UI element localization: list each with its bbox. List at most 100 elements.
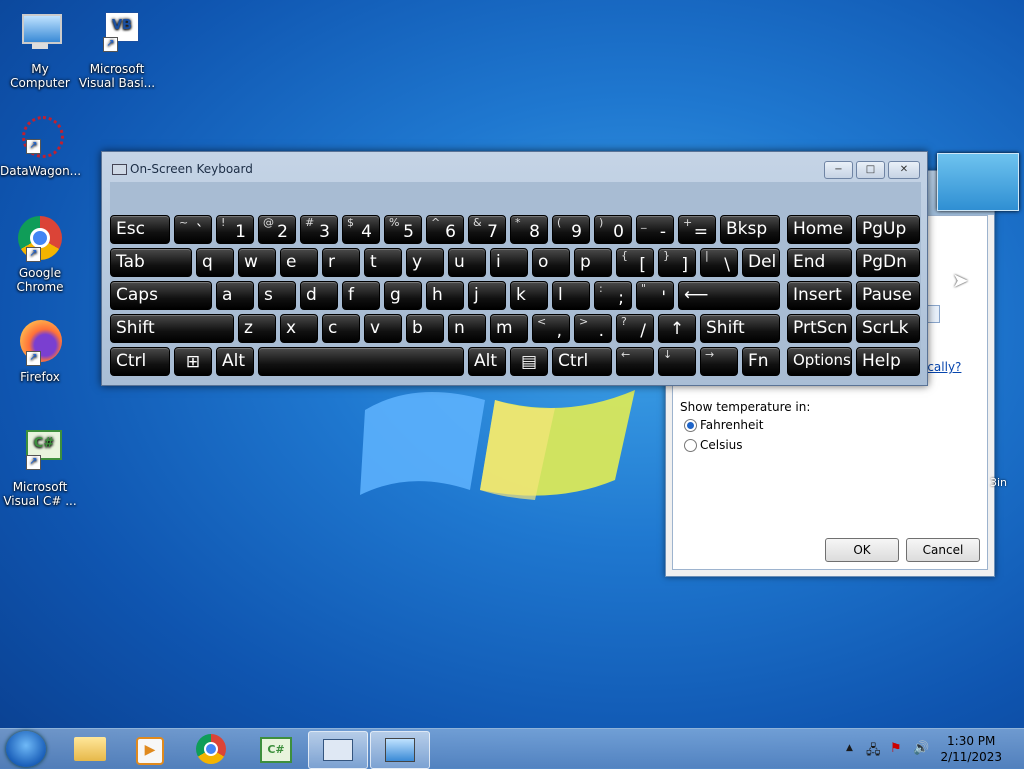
key-options[interactable]: Options bbox=[787, 347, 852, 376]
key-space[interactable] bbox=[258, 347, 464, 376]
key-i[interactable]: i bbox=[490, 248, 528, 277]
clock[interactable]: 1:30 PM 2/11/2023 bbox=[940, 733, 1002, 765]
key-e[interactable]: e bbox=[280, 248, 318, 277]
taskbar-media-player[interactable]: ▶ bbox=[120, 731, 178, 767]
key-esc[interactable]: Esc bbox=[110, 215, 170, 244]
key-fn[interactable]: Fn bbox=[742, 347, 780, 376]
key-p[interactable]: p bbox=[574, 248, 612, 277]
key-o[interactable]: o bbox=[532, 248, 570, 277]
dialog-search-button[interactable] bbox=[926, 305, 940, 323]
key-c[interactable]: c bbox=[322, 314, 360, 343]
celsius-radio[interactable] bbox=[684, 439, 697, 452]
key-scrlk[interactable]: ScrLk bbox=[856, 314, 920, 343]
key-9[interactable]: (9 bbox=[552, 215, 590, 244]
key-z[interactable]: z bbox=[238, 314, 276, 343]
key-w[interactable]: w bbox=[238, 248, 276, 277]
key-menu[interactable]: ▤ bbox=[510, 347, 548, 376]
key-period[interactable]: >. bbox=[574, 314, 612, 343]
key-t[interactable]: t bbox=[364, 248, 402, 277]
key-right-bracket[interactable]: }] bbox=[658, 248, 696, 277]
key-end[interactable]: End bbox=[787, 248, 852, 277]
key-tab[interactable]: Tab bbox=[110, 248, 192, 277]
key-left-arrow[interactable]: ← bbox=[616, 347, 654, 376]
key-m[interactable]: m bbox=[490, 314, 528, 343]
show-hidden-icons-button[interactable]: ▲ bbox=[846, 743, 853, 753]
key-insert[interactable]: Insert bbox=[787, 281, 852, 310]
key-n[interactable]: n bbox=[448, 314, 486, 343]
key-v[interactable]: v bbox=[364, 314, 402, 343]
key-7[interactable]: & 7 bbox=[468, 215, 506, 244]
key-y[interactable]: y bbox=[406, 248, 444, 277]
maximize-button[interactable]: □ bbox=[856, 161, 885, 179]
key-pause[interactable]: Pause bbox=[856, 281, 920, 310]
desktop-icon-my-computer[interactable]: My Computer bbox=[0, 10, 80, 90]
key-5[interactable]: % 5 bbox=[384, 215, 422, 244]
key-d[interactable]: d bbox=[300, 281, 338, 310]
action-center-flag-icon[interactable]: ⚑ bbox=[890, 741, 902, 756]
desktop-icon-visual-basic[interactable]: VB ↗ Microsoft Visual Basi... bbox=[77, 10, 157, 90]
key-home[interactable]: Home bbox=[787, 215, 852, 244]
key-h[interactable]: h bbox=[426, 281, 464, 310]
key-shift-right[interactable]: Shift bbox=[700, 314, 780, 343]
taskbar-on-screen-keyboard[interactable] bbox=[308, 731, 368, 769]
key-tilde[interactable]: ~ ` bbox=[174, 215, 212, 244]
desktop-icon-google-chrome[interactable]: ↗ Google Chrome bbox=[0, 214, 80, 294]
key-0[interactable]: ) 0 bbox=[594, 215, 632, 244]
key-x[interactable]: x bbox=[280, 314, 318, 343]
key-pgup[interactable]: PgUp bbox=[856, 215, 920, 244]
key-2[interactable]: @2 bbox=[258, 215, 296, 244]
key-windows[interactable]: ⊞ bbox=[174, 347, 212, 376]
key-backslash[interactable]: | \ bbox=[700, 248, 738, 277]
desktop-icon-firefox[interactable]: ↗ Firefox bbox=[0, 318, 80, 384]
key-alt-right[interactable]: Alt bbox=[468, 347, 506, 376]
key-up-arrow[interactable]: ↑ bbox=[658, 314, 696, 343]
key-comma[interactable]: <, bbox=[532, 314, 570, 343]
ok-button[interactable]: OK bbox=[825, 538, 899, 562]
taskbar-visual-csharp[interactable]: C# bbox=[246, 731, 304, 767]
key-l[interactable]: l bbox=[552, 281, 590, 310]
minimize-button[interactable]: − bbox=[824, 161, 853, 179]
network-icon[interactable]: 🖧 bbox=[866, 741, 881, 763]
desktop-icon-visual-csharp[interactable]: C# ↗ Microsoft Visual C# ... bbox=[0, 428, 80, 508]
key-right-arrow[interactable]: → bbox=[700, 347, 738, 376]
key-pgdn[interactable]: PgDn bbox=[856, 248, 920, 277]
key-f[interactable]: f bbox=[342, 281, 380, 310]
key-backspace[interactable]: Bksp bbox=[720, 215, 780, 244]
key-u[interactable]: u bbox=[448, 248, 486, 277]
key-caps[interactable]: Caps bbox=[110, 281, 212, 310]
key-prtscn[interactable]: PrtScn bbox=[787, 314, 852, 343]
key-3[interactable]: #3 bbox=[300, 215, 338, 244]
close-button[interactable]: ✕ bbox=[888, 161, 920, 179]
key-q[interactable]: q bbox=[196, 248, 234, 277]
help-link[interactable]: ically? bbox=[924, 360, 961, 374]
desktop-icon-datawagon[interactable]: ↗ DataWagon... bbox=[0, 112, 81, 178]
key-a[interactable]: a bbox=[216, 281, 254, 310]
key-j[interactable]: j bbox=[468, 281, 506, 310]
key-4[interactable]: $4 bbox=[342, 215, 380, 244]
key-quote[interactable]: " ' bbox=[636, 281, 674, 310]
taskbar-chrome[interactable] bbox=[184, 731, 242, 767]
key-b[interactable]: b bbox=[406, 314, 444, 343]
key-s[interactable]: s bbox=[258, 281, 296, 310]
key-alt-left[interactable]: Alt bbox=[216, 347, 254, 376]
key-shift-left[interactable]: Shift bbox=[110, 314, 234, 343]
cancel-button[interactable]: Cancel bbox=[906, 538, 980, 562]
key-enter[interactable]: ⟵ bbox=[678, 281, 780, 310]
start-button[interactable] bbox=[6, 731, 46, 767]
key-del[interactable]: Del bbox=[742, 248, 780, 277]
key-left-bracket[interactable]: {[ bbox=[616, 248, 654, 277]
key-equals[interactable]: + = bbox=[678, 215, 716, 244]
key-g[interactable]: g bbox=[384, 281, 422, 310]
key-k[interactable]: k bbox=[510, 281, 548, 310]
key-semicolon[interactable]: :; bbox=[594, 281, 632, 310]
volume-icon[interactable]: 🔊 bbox=[913, 741, 929, 756]
key-help[interactable]: Help bbox=[856, 347, 920, 376]
key-down-arrow[interactable]: ↓ bbox=[658, 347, 696, 376]
fahrenheit-radio[interactable] bbox=[684, 419, 697, 432]
key-minus[interactable]: _ - bbox=[636, 215, 674, 244]
key-ctrl-left[interactable]: Ctrl bbox=[110, 347, 170, 376]
key-6[interactable]: ^ 6 bbox=[426, 215, 464, 244]
key-8[interactable]: * 8 bbox=[510, 215, 548, 244]
key-1[interactable]: ! 1 bbox=[216, 215, 254, 244]
taskbar-explorer[interactable] bbox=[62, 731, 120, 767]
